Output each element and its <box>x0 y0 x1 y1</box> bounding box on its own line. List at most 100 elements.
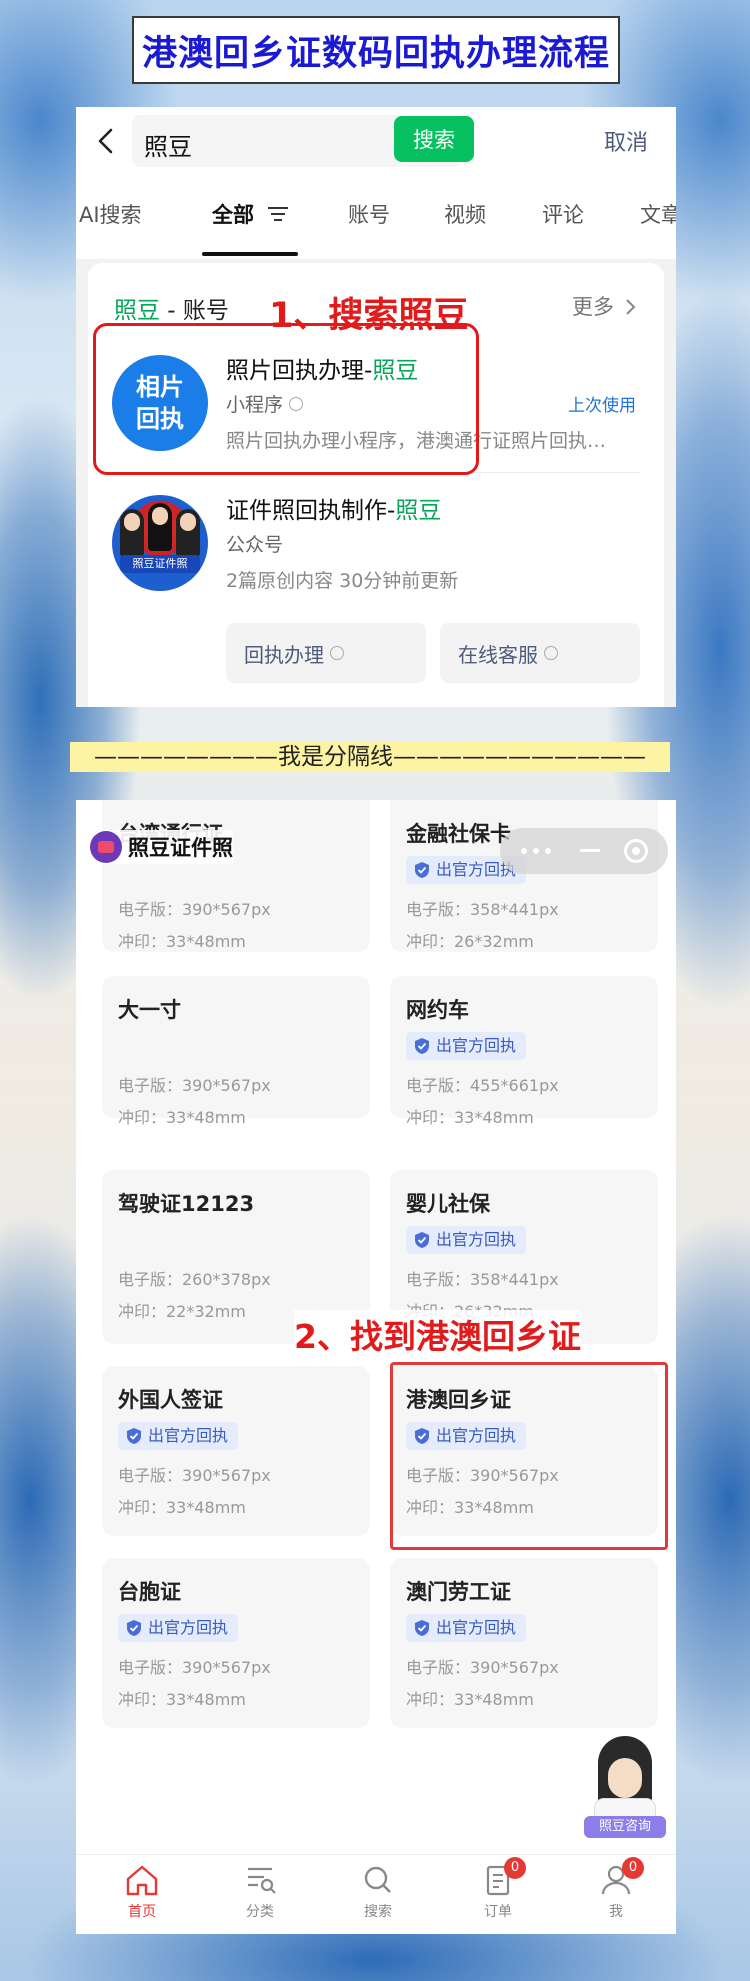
tab-account[interactable]: 账号 <box>348 199 390 229</box>
official-receipt-badge: 出官方回执 <box>118 1614 239 1642</box>
document-type-card[interactable]: 大一寸电子版：390*567px 冲印：33*48mm <box>102 976 370 1127</box>
card-heading-suffix: - 账号 <box>160 298 229 324</box>
filter-icon[interactable] <box>267 204 289 224</box>
official-receipt-badge: 出官方回执 <box>118 1422 239 1450</box>
consult-avatar-button[interactable]: 照豆咨询 <box>584 1736 666 1838</box>
online-support-button[interactable]: 在线客服 <box>440 623 640 683</box>
shield-check-icon <box>415 862 429 878</box>
digital-size: 电子版：358*441px <box>406 900 559 919</box>
shield-check-icon <box>415 1620 429 1636</box>
step2-highlight-box <box>390 1362 668 1550</box>
logo-badge-text: 照豆证件照 <box>120 555 200 573</box>
nav-label: 搜索 <box>364 1904 392 1920</box>
tab-ai-search[interactable]: AI搜索 <box>79 199 142 229</box>
digital-size: 电子版：390*567px <box>118 900 271 919</box>
card-heading-brand: 照豆 <box>114 298 160 324</box>
nav-orders[interactable]: 0 订单 <box>458 1857 538 1921</box>
search-icon <box>364 1866 391 1893</box>
document-type-card[interactable]: 台湾通行证电子版：390*567px冲印：33*48mm <box>102 800 370 952</box>
digital-size: 电子版：390*567px <box>118 1658 271 1677</box>
document-type-card[interactable]: 澳门劳工证出官方回执电子版：390*567px 冲印：33*48mm <box>390 1558 658 1728</box>
search-button[interactable]: 搜索 <box>394 116 474 162</box>
account-results-card: 照豆 - 账号 1、搜索照豆 更多 相片 回执 照片回执办理-照豆 小程序 上次使… <box>88 263 664 707</box>
more-link[interactable]: 更多 <box>572 291 637 321</box>
badge-label: 出官方回执 <box>436 1036 517 1055</box>
search-tabs: AI搜索 全部 账号 视频 评论 文章 <box>76 177 676 259</box>
badge-label: 出官方回执 <box>148 1618 229 1637</box>
digital-size: 电子版：358*441px <box>406 1270 559 1289</box>
back-arrow-icon[interactable] <box>92 126 122 156</box>
tab-all[interactable]: 全部 <box>212 199 254 229</box>
bottom-nav: 首页 分类 搜索 0 订单 0 我 <box>76 1854 676 1934</box>
miniapp-brand: 照豆证件照 <box>90 830 233 864</box>
card-heading: 照豆 - 账号 <box>114 291 229 325</box>
shield-check-icon <box>415 1038 429 1054</box>
digital-size: 电子版：455*661px <box>406 1076 559 1095</box>
print-size: 冲印：22*32mm <box>118 1302 246 1321</box>
card-title: 外国人签证 <box>118 1388 223 1412</box>
digital-size: 电子版：390*567px <box>118 1466 271 1485</box>
document-type-card[interactable]: 网约车出官方回执电子版：455*661px 冲印：33*48mm <box>390 976 658 1127</box>
message-count-badge: 0 <box>622 1857 644 1879</box>
digital-size: 电子版：260*378px <box>118 1270 271 1289</box>
home-icon <box>126 1865 158 1896</box>
category-icon <box>248 1867 276 1894</box>
document-type-card[interactable]: 金融社保卡 出官方回执 电子版：358*441px 冲印：26*32mm <box>390 800 658 952</box>
tab-video[interactable]: 视频 <box>444 199 486 229</box>
separator-banner: ————————我是分隔线——————————— <box>70 742 670 772</box>
result-title-highlight: 照豆 <box>395 498 442 524</box>
miniapp-capsule[interactable] <box>500 828 668 874</box>
digital-size: 电子版：390*567px <box>406 1658 559 1677</box>
last-used-tag: 上次使用 <box>568 396 636 416</box>
print-size: 冲印：33*48mm <box>406 1690 534 1709</box>
nav-search[interactable]: 搜索 <box>338 1863 418 1921</box>
online-support-label: 在线客服 <box>458 642 538 667</box>
minimize-icon[interactable] <box>580 849 600 852</box>
nav-label: 订单 <box>484 1904 512 1920</box>
card-title: 驾驶证12123 <box>118 1192 255 1216</box>
print-size: 冲印：33*48mm <box>118 1108 246 1127</box>
official-receipt-badge: 出官方回执 <box>406 1614 527 1642</box>
nav-home[interactable]: 首页 <box>102 1863 182 1921</box>
search-bar: 照豆 搜索 取消 <box>76 107 676 177</box>
shield-check-icon <box>415 1232 429 1248</box>
document-type-card[interactable]: 外国人签证出官方回执电子版：390*567px 冲印：33*48mm <box>102 1366 370 1536</box>
card-title: 金融社保卡 <box>406 822 511 846</box>
nav-label: 我 <box>609 1904 623 1920</box>
wechat-search-screen: 照豆 搜索 取消 AI搜索 全部 账号 视频 评论 文章 照豆 - 账号 1、搜… <box>76 107 676 707</box>
card-title: 大一寸 <box>118 998 181 1022</box>
shield-check-icon <box>127 1620 141 1636</box>
tab-article[interactable]: 文章 <box>640 199 676 229</box>
official-account-logo: 照豆证件照 <box>112 495 208 591</box>
card-title: 台胞证 <box>118 1580 181 1604</box>
badge-label: 出官方回执 <box>148 1426 229 1445</box>
nav-category[interactable]: 分类 <box>220 1863 300 1921</box>
receipt-service-label: 回执办理 <box>244 642 324 667</box>
cancel-button[interactable]: 取消 <box>604 125 648 157</box>
digital-size: 电子版：390*567px <box>118 1076 271 1095</box>
tab-comment[interactable]: 评论 <box>542 199 584 229</box>
print-size: 冲印：33*48mm <box>118 1690 246 1709</box>
link-icon <box>330 646 344 660</box>
order-count-badge: 0 <box>504 1857 526 1879</box>
active-tab-indicator <box>202 252 298 256</box>
result-title-prefix: 证件照回执制作- <box>226 498 396 524</box>
print-size: 冲印：33*48mm <box>118 1498 246 1517</box>
official-receipt-badge: 出官方回执 <box>406 1032 527 1060</box>
link-icon <box>544 646 558 660</box>
card-title: 网约车 <box>406 998 469 1022</box>
step1-highlight-box <box>93 323 479 475</box>
print-size: 冲印：33*48mm <box>406 1108 534 1127</box>
result-official-account[interactable]: 照豆证件照 证件照回执制作-照豆 公众号 2篇原创内容 30分钟前更新 回执办理… <box>88 473 664 683</box>
print-size: 冲印：26*32mm <box>406 932 534 951</box>
nav-label: 首页 <box>128 1904 156 1920</box>
more-dots-icon[interactable] <box>520 848 556 854</box>
badge-label: 出官方回执 <box>436 1230 517 1249</box>
receipt-service-button[interactable]: 回执办理 <box>226 623 426 683</box>
page-title: 港澳回乡证数码回执办理流程 <box>132 16 620 84</box>
nav-profile[interactable]: 0 我 <box>576 1857 656 1921</box>
document-type-card[interactable]: 台胞证出官方回执电子版：390*567px 冲印：33*48mm <box>102 1558 370 1728</box>
close-target-icon[interactable] <box>624 839 648 863</box>
search-query: 照豆 <box>144 133 192 161</box>
card-title: 澳门劳工证 <box>406 1580 511 1604</box>
